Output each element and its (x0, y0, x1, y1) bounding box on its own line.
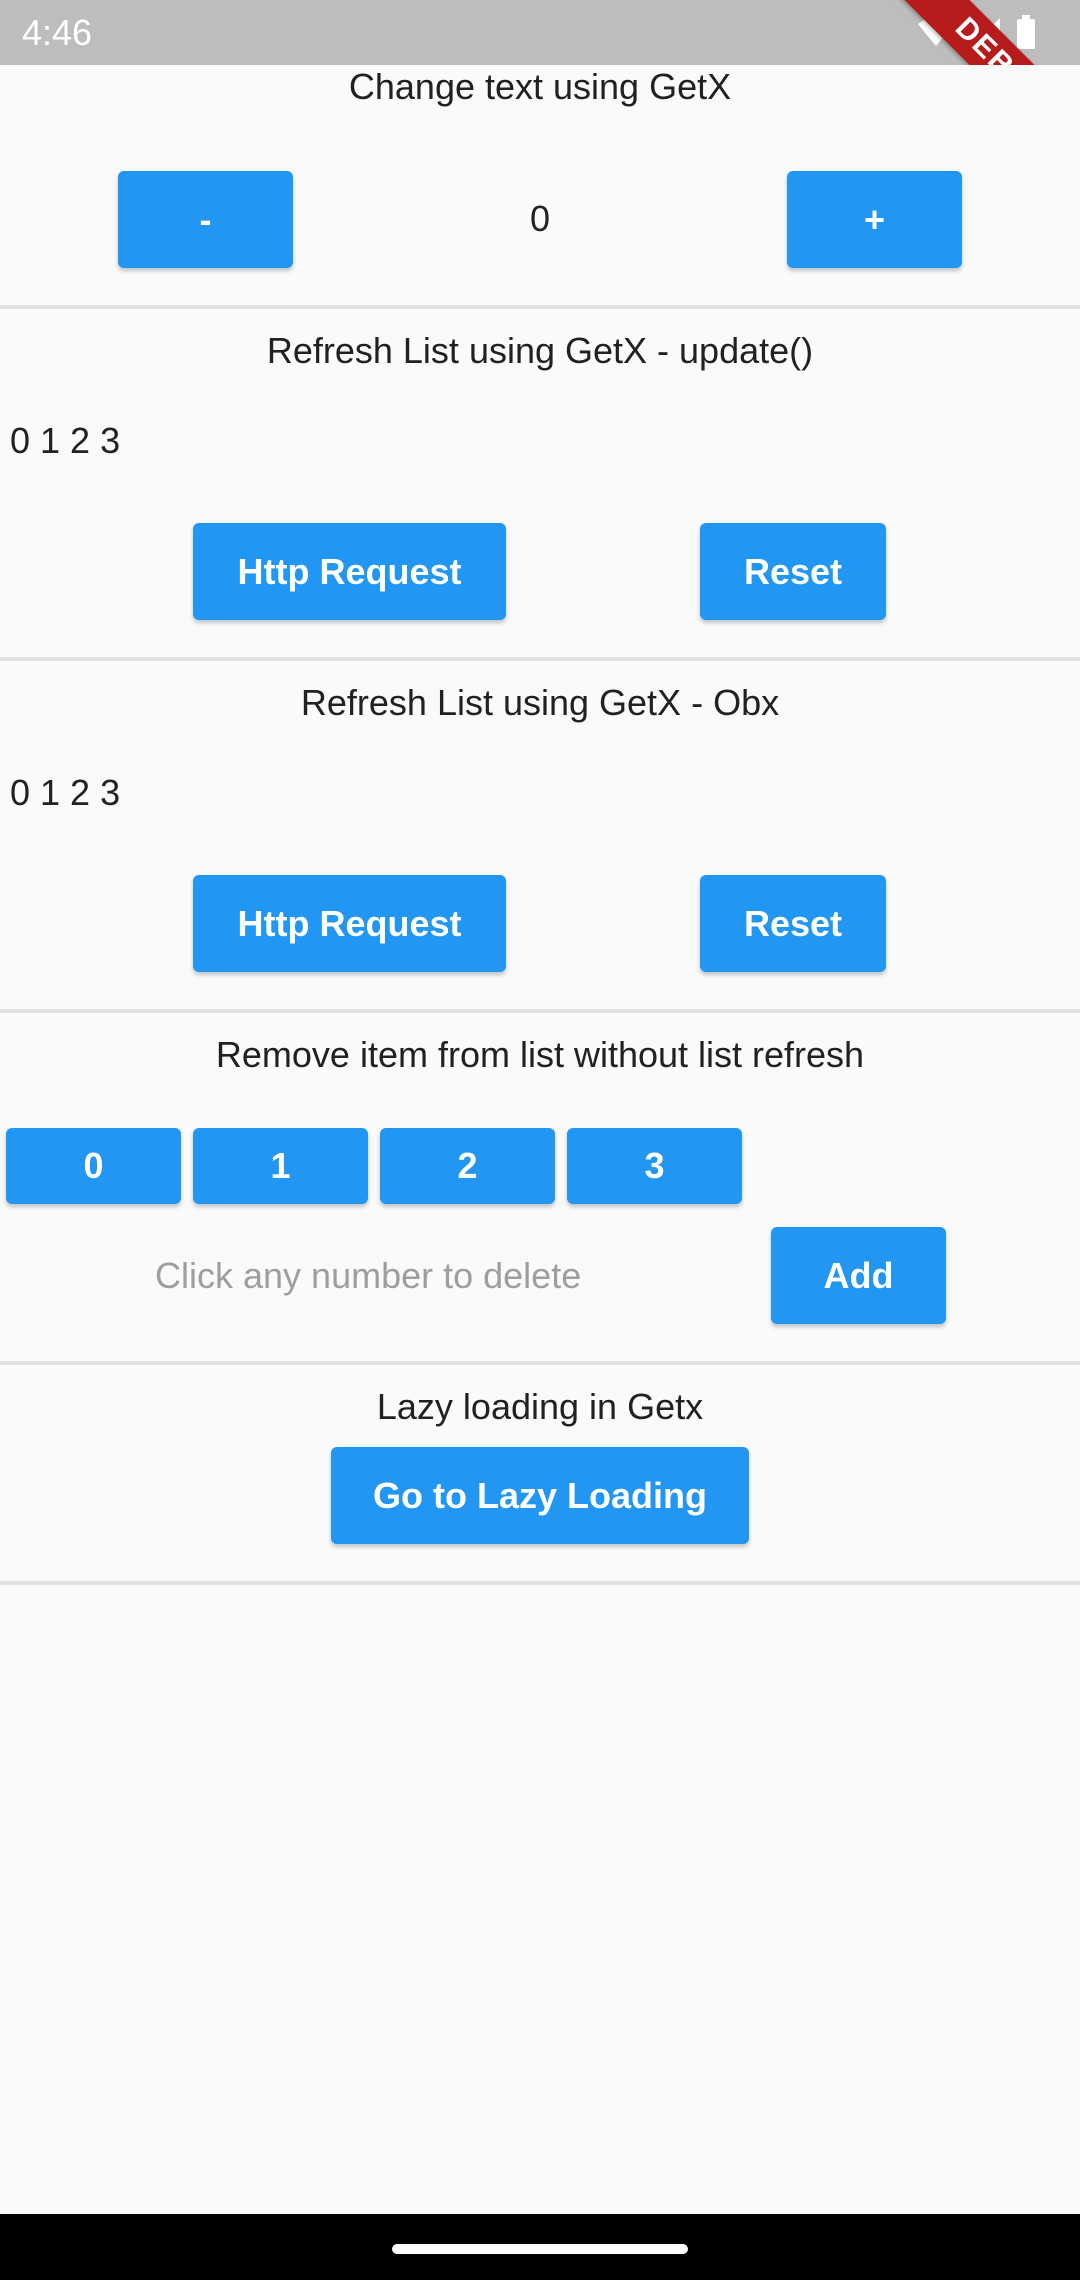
divider (0, 1361, 1080, 1365)
list-item-button-3[interactable]: 3 (567, 1128, 742, 1204)
divider (0, 657, 1080, 661)
status-bar: 4:46 DEBUG (0, 0, 1080, 65)
lazy-loading-title: Lazy loading in Getx (376, 1386, 704, 1427)
debug-ribbon: DEBUG (879, 0, 1080, 65)
add-item-button[interactable]: Add (771, 1227, 946, 1324)
obx-list-title: Refresh List using GetX - Obx (300, 682, 780, 723)
obx-http-request-button[interactable]: Http Request (193, 875, 506, 972)
divider (0, 1581, 1080, 1585)
obx-list-values: 0 1 2 3 (10, 772, 121, 813)
battery-icon (1016, 15, 1036, 49)
home-gesture-handle[interactable] (392, 2244, 688, 2254)
update-list-title: Refresh List using GetX - update() (266, 330, 814, 371)
delete-hint-text: Click any number to delete (155, 1255, 582, 1296)
update-http-request-button[interactable]: Http Request (193, 523, 506, 620)
status-time: 4:46 (22, 12, 93, 53)
list-item-button-1[interactable]: 1 (193, 1128, 368, 1204)
increment-button[interactable]: + (787, 171, 962, 268)
obx-reset-button[interactable]: Reset (700, 875, 886, 972)
go-to-lazy-loading-button[interactable]: Go to Lazy Loading (331, 1447, 749, 1544)
list-item-button-0[interactable]: 0 (6, 1128, 181, 1204)
update-reset-button[interactable]: Reset (700, 523, 886, 620)
update-list-values: 0 1 2 3 (10, 420, 121, 461)
app-screen: 4:46 DEBUG Change text using GetX - 0 + … (0, 0, 1080, 2280)
remove-item-title: Remove item from list without list refre… (215, 1034, 865, 1075)
change-text-title: Change text using GetX (348, 66, 732, 107)
navigation-bar (0, 2214, 1080, 2280)
list-item-button-2[interactable]: 2 (380, 1128, 555, 1204)
divider (0, 305, 1080, 309)
divider (0, 1009, 1080, 1013)
